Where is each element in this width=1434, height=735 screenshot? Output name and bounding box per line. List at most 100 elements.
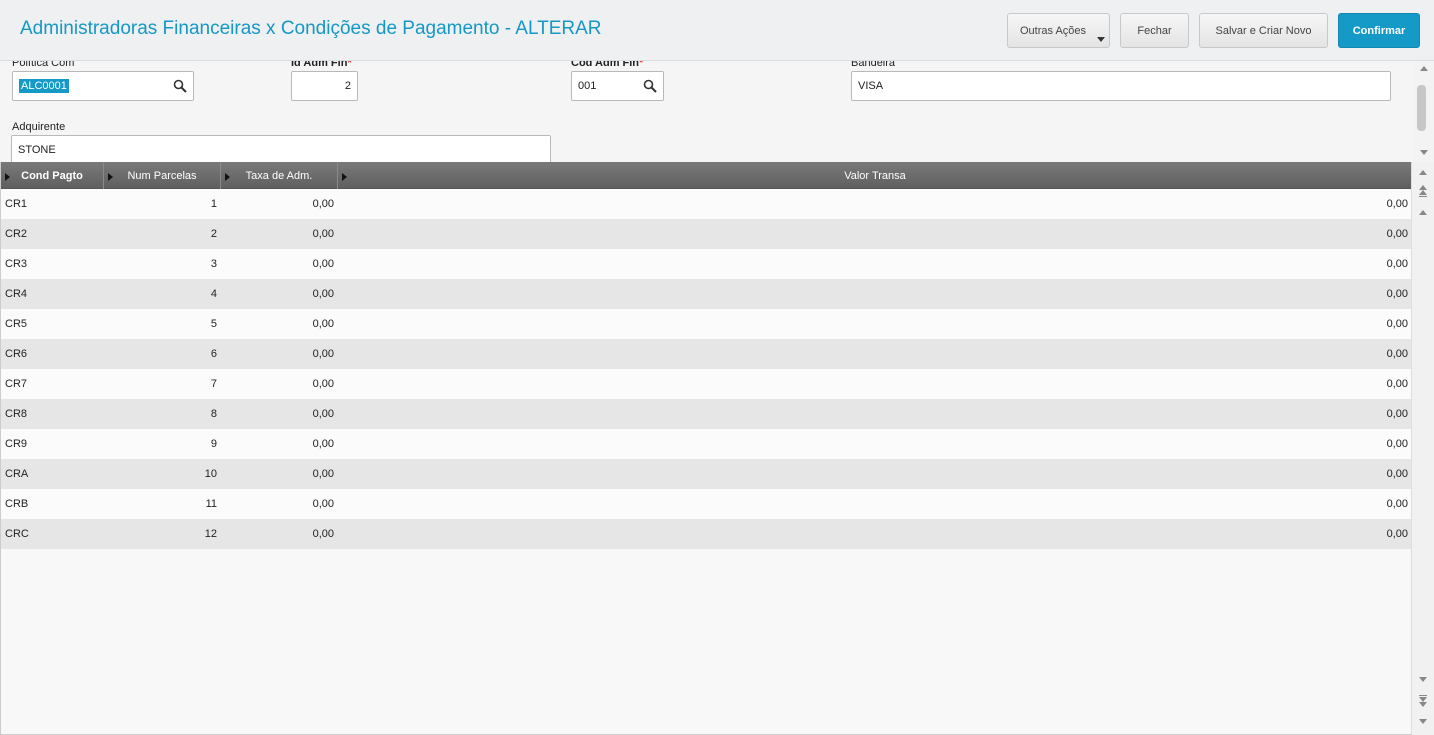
save-and-new-button[interactable]: Salvar e Criar Novo: [1199, 13, 1328, 48]
politica-field[interactable]: ALC0001: [12, 71, 194, 101]
valor-transa-cell[interactable]: 0,00: [338, 189, 1408, 219]
cond-pagto-cell[interactable]: CRB: [5, 489, 103, 519]
num-parcelas-cell[interactable]: 3: [104, 249, 217, 279]
id-adm-label: Id Adm Fin*: [291, 61, 352, 69]
scroll-down-icon[interactable]: [1415, 672, 1431, 686]
adquirente-field[interactable]: STONE: [11, 135, 551, 162]
taxa-adm-cell[interactable]: 0,00: [221, 459, 334, 489]
cond-pagto-cell[interactable]: CR1: [5, 189, 103, 219]
taxa-adm-cell[interactable]: 0,00: [221, 309, 334, 339]
other-actions-label: Outras Ações: [1020, 25, 1087, 37]
required-mark: *: [347, 61, 352, 69]
cond-pagto-cell[interactable]: CR8: [5, 399, 103, 429]
search-icon[interactable]: [643, 79, 657, 93]
column-header-cond[interactable]: Cond Pagto: [1, 162, 104, 189]
taxa-adm-cell[interactable]: 0,00: [221, 279, 334, 309]
table-row[interactable]: CRC 12 0,00 0,00: [1, 519, 1412, 549]
cond-pagto-cell[interactable]: CRC: [5, 519, 103, 549]
column-header-parcelas[interactable]: Num Parcelas: [104, 162, 221, 189]
taxa-adm-cell[interactable]: 0,00: [221, 249, 334, 279]
scroll-bottom-icon[interactable]: [1415, 714, 1431, 728]
table-row[interactable]: CR3 3 0,00 0,00: [1, 249, 1412, 279]
taxa-adm-cell[interactable]: 0,00: [221, 219, 334, 249]
cond-pagto-cell[interactable]: CR6: [5, 339, 103, 369]
adquirente-label: Adquirente: [12, 121, 66, 133]
valor-transa-cell[interactable]: 0,00: [338, 399, 1408, 429]
table-row[interactable]: CRB 11 0,00 0,00: [1, 489, 1412, 519]
bandeira-field[interactable]: VISA: [851, 71, 1391, 101]
grid-scrollbar[interactable]: [1411, 162, 1434, 735]
taxa-adm-cell[interactable]: 0,00: [221, 339, 334, 369]
table-row[interactable]: CR7 7 0,00 0,00: [1, 369, 1412, 399]
num-parcelas-cell[interactable]: 2: [104, 219, 217, 249]
scroll-down-icon[interactable]: [1420, 150, 1428, 155]
taxa-adm-cell[interactable]: 0,00: [221, 189, 334, 219]
taxa-adm-cell[interactable]: 0,00: [221, 429, 334, 459]
valor-transa-cell[interactable]: 0,00: [338, 339, 1408, 369]
cond-pagto-cell[interactable]: CR4: [5, 279, 103, 309]
confirm-button[interactable]: Confirmar: [1338, 13, 1420, 48]
payment-grid: Cond Pagto Num Parcelas Taxa de Adm. Val…: [0, 162, 1412, 735]
valor-transa-cell[interactable]: 0,00: [338, 489, 1408, 519]
grid-header: Cond Pagto Num Parcelas Taxa de Adm. Val…: [1, 162, 1412, 189]
cod-adm-field[interactable]: 001: [571, 71, 664, 101]
table-row[interactable]: CR4 4 0,00 0,00: [1, 279, 1412, 309]
table-row[interactable]: CR1 1 0,00 0,00: [1, 189, 1412, 219]
num-parcelas-cell[interactable]: 10: [104, 459, 217, 489]
table-row[interactable]: CR8 8 0,00 0,00: [1, 399, 1412, 429]
cod-adm-value: 001: [578, 80, 597, 92]
num-parcelas-cell[interactable]: 12: [104, 519, 217, 549]
num-parcelas-cell[interactable]: 6: [104, 339, 217, 369]
table-row[interactable]: CR6 6 0,00 0,00: [1, 339, 1412, 369]
valor-transa-cell[interactable]: 0,00: [338, 459, 1408, 489]
other-actions-button[interactable]: Outras Ações: [1007, 13, 1110, 48]
num-parcelas-cell[interactable]: 9: [104, 429, 217, 459]
table-row[interactable]: CR9 9 0,00 0,00: [1, 429, 1412, 459]
scroll-up-icon[interactable]: [1415, 166, 1431, 180]
cond-pagto-cell[interactable]: CR3: [5, 249, 103, 279]
num-parcelas-cell[interactable]: 11: [104, 489, 217, 519]
page-down-icon[interactable]: [1415, 694, 1431, 708]
valor-transa-cell[interactable]: 0,00: [338, 369, 1408, 399]
table-row[interactable]: CR2 2 0,00 0,00: [1, 219, 1412, 249]
taxa-adm-cell[interactable]: 0,00: [221, 369, 334, 399]
scroll-top-icon[interactable]: [1415, 206, 1431, 220]
valor-transa-cell[interactable]: 0,00: [338, 249, 1408, 279]
page-up-icon[interactable]: [1415, 184, 1431, 198]
taxa-adm-cell[interactable]: 0,00: [221, 399, 334, 429]
num-parcelas-cell[interactable]: 4: [104, 279, 217, 309]
valor-transa-cell[interactable]: 0,00: [338, 219, 1408, 249]
cond-pagto-cell[interactable]: CR7: [5, 369, 103, 399]
cond-pagto-cell[interactable]: CRA: [5, 459, 103, 489]
cond-pagto-cell[interactable]: CR5: [5, 309, 103, 339]
cond-pagto-cell[interactable]: CR2: [5, 219, 103, 249]
cod-adm-label: Cod Adm Fin*: [571, 61, 643, 69]
valor-transa-cell[interactable]: 0,00: [338, 279, 1408, 309]
taxa-adm-cell[interactable]: 0,00: [221, 489, 334, 519]
required-mark: *: [639, 61, 644, 69]
valor-transa-cell[interactable]: 0,00: [338, 519, 1408, 549]
id-adm-value: 2: [344, 80, 351, 92]
num-parcelas-cell[interactable]: 1: [104, 189, 217, 219]
valor-transa-cell[interactable]: 0,00: [338, 309, 1408, 339]
close-button[interactable]: Fechar: [1120, 13, 1189, 48]
expand-icon: [342, 173, 347, 181]
adquirente-value: STONE: [18, 144, 56, 156]
num-parcelas-cell[interactable]: 5: [104, 309, 217, 339]
column-header-valor[interactable]: Valor Transa: [338, 162, 1412, 189]
taxa-adm-cell[interactable]: 0,00: [221, 519, 334, 549]
column-label: Taxa de Adm.: [245, 169, 313, 182]
cond-pagto-cell[interactable]: CR9: [5, 429, 103, 459]
table-row[interactable]: CR5 5 0,00 0,00: [1, 309, 1412, 339]
num-parcelas-cell[interactable]: 8: [104, 399, 217, 429]
search-icon[interactable]: [173, 79, 187, 93]
scroll-up-icon[interactable]: [1420, 66, 1428, 71]
valor-transa-cell[interactable]: 0,00: [338, 429, 1408, 459]
column-label: Num Parcelas: [127, 169, 197, 182]
id-adm-field[interactable]: 2: [291, 71, 358, 101]
column-header-taxa[interactable]: Taxa de Adm.: [221, 162, 338, 189]
scroll-thumb[interactable]: [1417, 85, 1426, 131]
form-scrollbar[interactable]: [1414, 61, 1434, 162]
table-row[interactable]: CRA 10 0,00 0,00: [1, 459, 1412, 489]
num-parcelas-cell[interactable]: 7: [104, 369, 217, 399]
